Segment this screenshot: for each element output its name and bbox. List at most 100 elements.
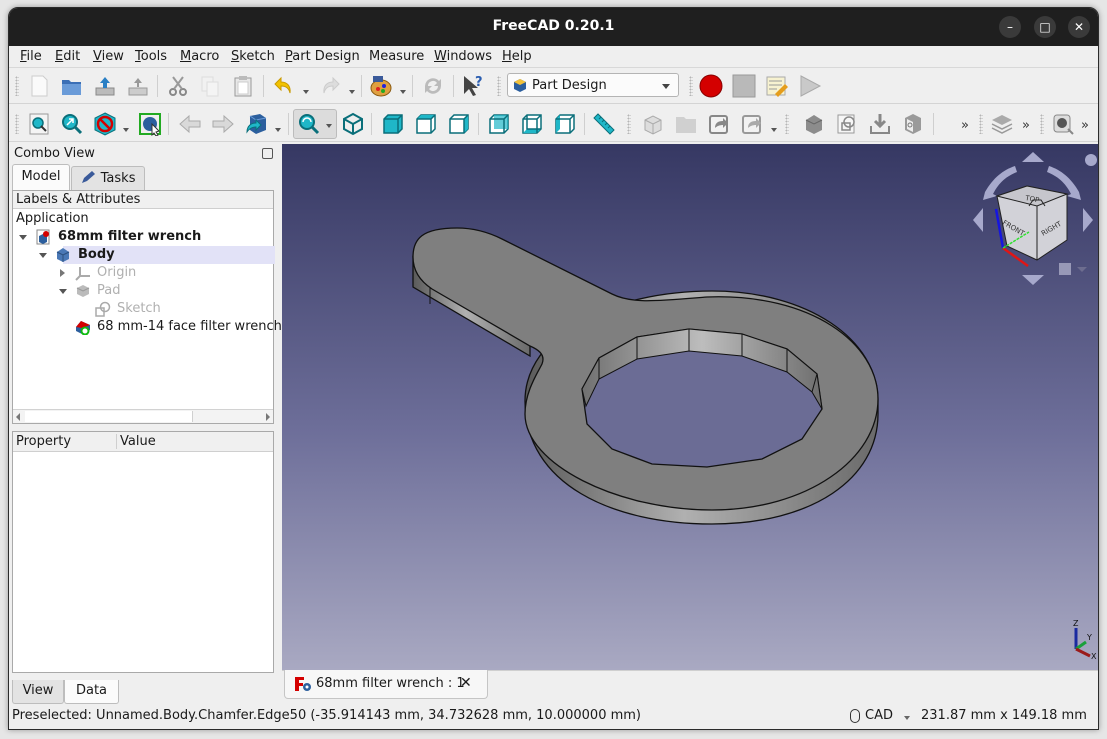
clone-icon[interactable] (901, 112, 925, 136)
undock-panel-icon[interactable] (262, 148, 273, 159)
rotate-down-arrow[interactable] (1022, 275, 1044, 285)
toolbar-overflow-button[interactable]: » (961, 118, 969, 133)
close-button[interactable]: ✕ (1068, 16, 1090, 38)
mini-cube-icon[interactable] (1059, 263, 1071, 275)
menu-tools[interactable]: Tools (135, 49, 167, 64)
view-right-icon[interactable] (447, 112, 471, 136)
tree-item-application[interactable]: Application (13, 210, 273, 228)
view-isometric-icon[interactable] (341, 112, 365, 136)
standard-views-icon[interactable] (244, 112, 268, 136)
menu-help[interactable]: Help (502, 49, 532, 64)
toolbar-grip[interactable] (15, 76, 19, 96)
whats-this-icon[interactable]: ? (461, 74, 485, 98)
menu-view[interactable]: View (93, 49, 124, 64)
undo-icon[interactable] (272, 74, 296, 98)
redo-dropdown[interactable] (349, 90, 355, 94)
toolbar-grip[interactable] (785, 114, 789, 134)
save-as-icon[interactable] (126, 74, 150, 98)
back-arrow-icon[interactable] (178, 112, 202, 136)
sketch-layers-icon[interactable] (990, 112, 1014, 136)
toolbar-grip[interactable] (15, 114, 19, 134)
toolbar-grip[interactable] (979, 114, 983, 134)
view-bottom-icon[interactable] (520, 112, 544, 136)
link-actions-icon[interactable] (740, 112, 764, 136)
execute-macro-icon[interactable] (798, 74, 822, 98)
refresh-icon[interactable] (421, 74, 445, 98)
link-make-icon[interactable] (707, 112, 731, 136)
navigation-style-selector[interactable]: CAD (865, 708, 893, 723)
toolbar-grip[interactable] (1040, 114, 1044, 134)
3d-viewport[interactable]: TOP FRONT RIGHT Z Y X (282, 144, 1098, 670)
fit-all-icon[interactable] (27, 112, 51, 136)
workbench-palette-icon[interactable] (369, 74, 393, 98)
view-rear-icon[interactable] (487, 112, 511, 136)
bounding-box-icon[interactable] (138, 112, 162, 137)
collapse-arrow-icon[interactable] (60, 269, 65, 277)
fit-selection-icon[interactable] (60, 112, 84, 136)
view-isometric-toggle[interactable] (293, 109, 337, 139)
expand-arrow-icon[interactable] (19, 235, 27, 240)
menu-macro[interactable]: Macro (180, 49, 219, 64)
navigation-cube[interactable]: TOP FRONT RIGHT (967, 150, 1097, 290)
cut-icon[interactable] (166, 74, 190, 98)
undo-dropdown[interactable] (303, 90, 309, 94)
menu-edit[interactable]: Edit (55, 49, 80, 64)
toolbar-grip[interactable] (627, 114, 631, 134)
view-menu-dot[interactable] (1085, 154, 1097, 166)
import-icon[interactable] (868, 112, 892, 136)
minimize-button[interactable]: – (999, 16, 1021, 38)
draw-style-icon[interactable] (93, 112, 117, 136)
menu-sketch[interactable]: Sketch (231, 49, 275, 64)
tab-model[interactable]: Model (12, 164, 70, 191)
scrollbar-thumb[interactable] (25, 411, 193, 422)
view-left-icon[interactable] (553, 112, 577, 136)
toolbar-grip[interactable] (689, 76, 693, 96)
tree-item-body[interactable]: Body (39, 246, 275, 264)
scroll-left-icon[interactable] (16, 413, 20, 421)
tab-view[interactable]: View (12, 680, 64, 704)
tab-data[interactable]: Data (64, 680, 119, 704)
draw-style-dropdown[interactable] (123, 128, 129, 132)
create-part-icon[interactable] (641, 112, 665, 136)
scroll-right-icon[interactable] (266, 413, 270, 421)
paste-icon[interactable] (231, 74, 255, 98)
measure-distance-icon[interactable] (592, 112, 616, 136)
tree-horizontal-scrollbar[interactable] (13, 409, 273, 423)
menu-windows[interactable]: Windows (434, 49, 492, 64)
stop-macro-icon[interactable] (732, 74, 756, 98)
shape-binder-icon[interactable] (835, 112, 859, 136)
menu-file[interactable]: File (20, 49, 42, 64)
navcube-menu-arrow[interactable] (1077, 267, 1087, 272)
tree-item-sketch[interactable]: Sketch (13, 300, 273, 318)
menu-measure[interactable]: Measure (369, 49, 424, 64)
column-value[interactable]: Value (116, 434, 156, 449)
standard-views-dropdown[interactable] (275, 128, 281, 132)
forward-arrow-icon[interactable] (211, 112, 235, 136)
expand-arrow-icon[interactable] (39, 253, 47, 258)
tree-item-document[interactable]: 68mm filter wrench (13, 228, 273, 246)
record-macro-icon[interactable] (699, 74, 723, 98)
new-file-icon[interactable] (27, 74, 51, 98)
column-property[interactable]: Property (16, 434, 71, 449)
tree-item-chamfer-feature[interactable]: 68 mm-14 face filter wrench (13, 318, 282, 336)
copy-icon[interactable] (198, 74, 222, 98)
tab-tasks[interactable]: Tasks (71, 166, 145, 192)
menu-part-design[interactable]: Part Design (285, 49, 360, 64)
workbench-palette-dropdown[interactable] (400, 90, 406, 94)
close-tab-icon[interactable]: ✕ (460, 675, 472, 691)
open-file-icon[interactable] (60, 74, 84, 98)
maximize-button[interactable]: □ (1034, 16, 1056, 38)
redo-icon[interactable] (318, 74, 342, 98)
save-icon[interactable] (93, 74, 117, 98)
measure-tape-icon[interactable] (1051, 112, 1075, 136)
view-front-icon[interactable] (381, 112, 405, 136)
expand-arrow-icon[interactable] (59, 289, 67, 294)
rotate-right-arrow[interactable] (1083, 208, 1093, 232)
create-group-icon[interactable] (674, 112, 698, 136)
link-actions-dropdown[interactable] (771, 128, 777, 132)
toolbar-overflow-button[interactable]: » (1081, 118, 1089, 133)
workbench-selector[interactable]: Part Design (507, 73, 679, 97)
rotate-left-arrow[interactable] (973, 208, 983, 232)
view-top-icon[interactable] (414, 112, 438, 136)
tree-item-origin[interactable]: Origin (13, 264, 273, 282)
